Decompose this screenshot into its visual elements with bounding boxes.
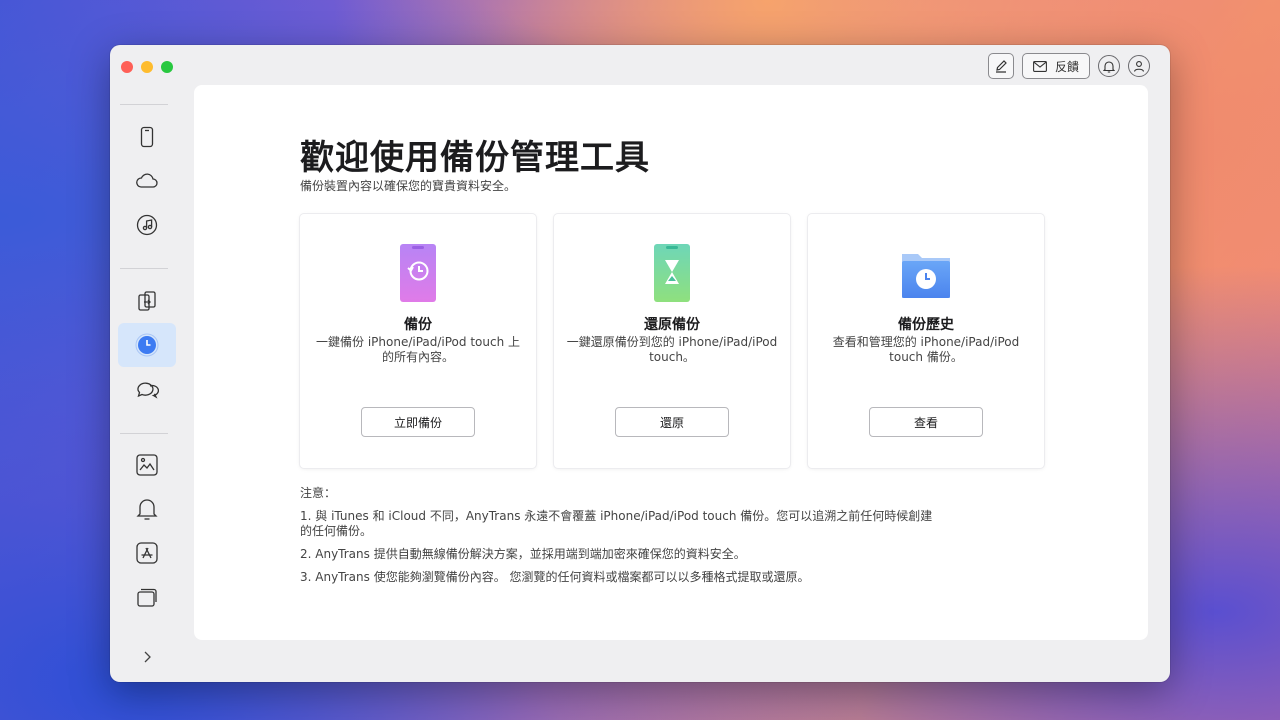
history-card-title: 備份歷史 — [898, 317, 954, 333]
app-store-icon — [136, 542, 158, 564]
sidebar — [110, 85, 194, 682]
sidebar-divider — [120, 268, 168, 269]
bell-icon — [136, 499, 158, 520]
toolbar: 反饋 — [987, 53, 1150, 79]
view-button[interactable]: 查看 — [869, 407, 983, 437]
phone-hourglass-icon — [654, 244, 690, 302]
account-button[interactable] — [1128, 55, 1150, 77]
photo-transfer-icon — [136, 454, 158, 476]
zoom-window-button[interactable] — [161, 61, 173, 73]
sidebar-item-music[interactable] — [118, 203, 176, 247]
music-icon — [136, 214, 158, 236]
edit-icon — [995, 60, 1007, 73]
restore-button[interactable]: 還原 — [615, 407, 729, 437]
history-card-desc: 查看和管理您的 iPhone/iPad/iPod touch 備份。 — [832, 335, 1020, 364]
user-icon — [1133, 61, 1145, 72]
edit-button[interactable] — [987, 53, 1014, 79]
sidebar-item-notifications[interactable] — [118, 487, 176, 531]
chevron-right-icon — [144, 651, 151, 663]
phone-icon — [140, 126, 154, 148]
mail-icon — [1033, 60, 1047, 72]
note-item: 1. 與 iTunes 和 iCloud 不同，AnyTrans 永遠不會覆蓋 … — [300, 509, 933, 538]
history-card: 備份歷史 查看和管理您的 iPhone/iPad/iPod touch 備份。 … — [808, 214, 1044, 468]
feedback-button[interactable]: 反饋 — [1021, 53, 1090, 79]
restore-card-desc: 一鍵還原備份到您的 iPhone/iPad/iPod touch。 — [566, 335, 778, 364]
cloud-icon — [136, 173, 158, 188]
sidebar-item-transfer[interactable] — [118, 279, 176, 323]
page-subtitle: 備份裝置內容以確保您的寶貴資料安全。 — [300, 179, 517, 193]
note-item: 2. AnyTrans 提供自動無線備份解決方案，並採用端到端加密來確保您的資料… — [300, 547, 746, 561]
chat-icon — [137, 382, 159, 399]
sidebar-item-messages[interactable] — [118, 367, 176, 411]
sidebar-divider — [120, 104, 168, 105]
backup-card-title: 備份 — [404, 317, 432, 333]
app-window: 反饋 歡迎使用備份管理工具 備份裝置內容以確保您的寶貴資料安全。 備份 一鍵備份… — [110, 45, 1170, 682]
notes-heading: 注意： — [300, 486, 337, 500]
restore-card: 還原備份 一鍵還原備份到您的 iPhone/iPad/iPod touch。 還… — [554, 214, 790, 468]
sidebar-item-more[interactable] — [118, 575, 176, 619]
sidebar-item-backup[interactable] — [118, 323, 176, 367]
bell-icon — [1103, 60, 1115, 73]
notes-section: 注意： 1. 與 iTunes 和 iCloud 不同，AnyTrans 永遠不… — [300, 486, 940, 593]
backup-clock-icon — [135, 333, 159, 357]
sidebar-item-device[interactable] — [118, 115, 176, 159]
sidebar-item-icloud[interactable] — [118, 159, 176, 203]
notifications-button[interactable] — [1098, 55, 1120, 77]
feedback-label: 反饋 — [1054, 59, 1079, 74]
note-item: 3. AnyTrans 使您能夠瀏覽備份內容。 您瀏覽的任何資料或檔案都可以以多… — [300, 570, 810, 584]
sidebar-expand-button[interactable] — [118, 637, 176, 677]
minimize-window-button[interactable] — [141, 61, 153, 73]
sidebar-item-apps[interactable] — [118, 531, 176, 575]
transfer-icon — [138, 291, 156, 311]
sidebar-item-photos[interactable] — [118, 443, 176, 487]
backup-card: 備份 一鍵備份 iPhone/iPad/iPod touch 上的所有內容。 立… — [300, 214, 536, 468]
backup-now-button[interactable]: 立即備份 — [361, 407, 475, 437]
cards-icon — [137, 588, 157, 607]
close-window-button[interactable] — [121, 61, 133, 73]
restore-card-title: 還原備份 — [644, 317, 700, 333]
folder-clock-icon — [902, 254, 950, 298]
sidebar-divider — [120, 433, 168, 434]
phone-backup-icon — [400, 244, 436, 302]
page-title: 歡迎使用備份管理工具 — [300, 138, 650, 178]
backup-card-desc: 一鍵備份 iPhone/iPad/iPod touch 上的所有內容。 — [316, 335, 520, 364]
main-panel: 歡迎使用備份管理工具 備份裝置內容以確保您的寶貴資料安全。 備份 一鍵備份 iP… — [194, 85, 1148, 640]
